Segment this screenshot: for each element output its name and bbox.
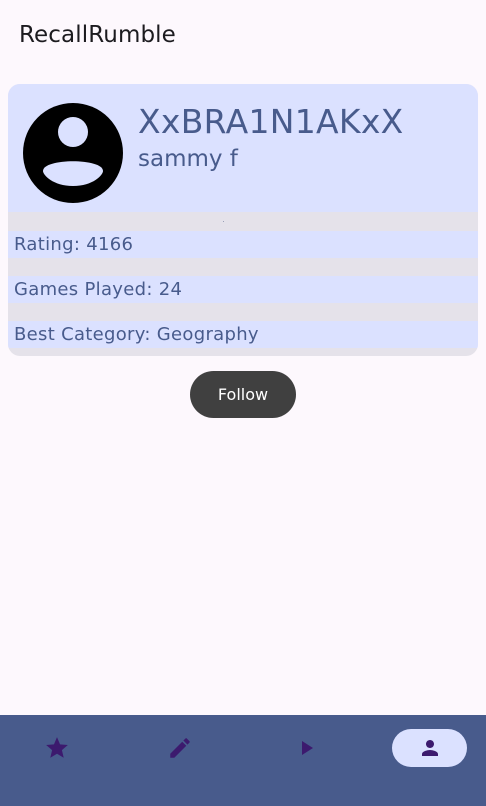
account-circle-icon xyxy=(23,103,123,203)
nav-item-profile[interactable] xyxy=(392,729,467,767)
stat-rating: Rating: 4166 xyxy=(8,231,478,258)
person-icon xyxy=(418,736,442,760)
pencil-icon xyxy=(167,735,193,761)
stat-games-played: Games Played: 24 xyxy=(8,276,478,303)
stat-best-category: Best Category: Geography xyxy=(8,321,478,348)
profile-username: XxBRA1N1AKxX xyxy=(138,102,404,141)
app-title: RecallRumble xyxy=(19,22,176,48)
star-icon xyxy=(44,735,70,761)
nav-item-favorites[interactable] xyxy=(27,729,87,767)
play-icon xyxy=(294,736,318,760)
bottom-navigation xyxy=(0,715,486,806)
profile-card: XxBRA1N1AKxX sammy f Rating: 4166 Games … xyxy=(8,84,478,356)
divider xyxy=(223,221,224,222)
nav-item-create[interactable] xyxy=(150,729,210,767)
follow-button[interactable]: Follow xyxy=(190,371,296,418)
profile-header: XxBRA1N1AKxX sammy f xyxy=(8,84,478,212)
nav-item-play[interactable] xyxy=(276,729,336,767)
profile-display-name: sammy f xyxy=(138,146,238,172)
